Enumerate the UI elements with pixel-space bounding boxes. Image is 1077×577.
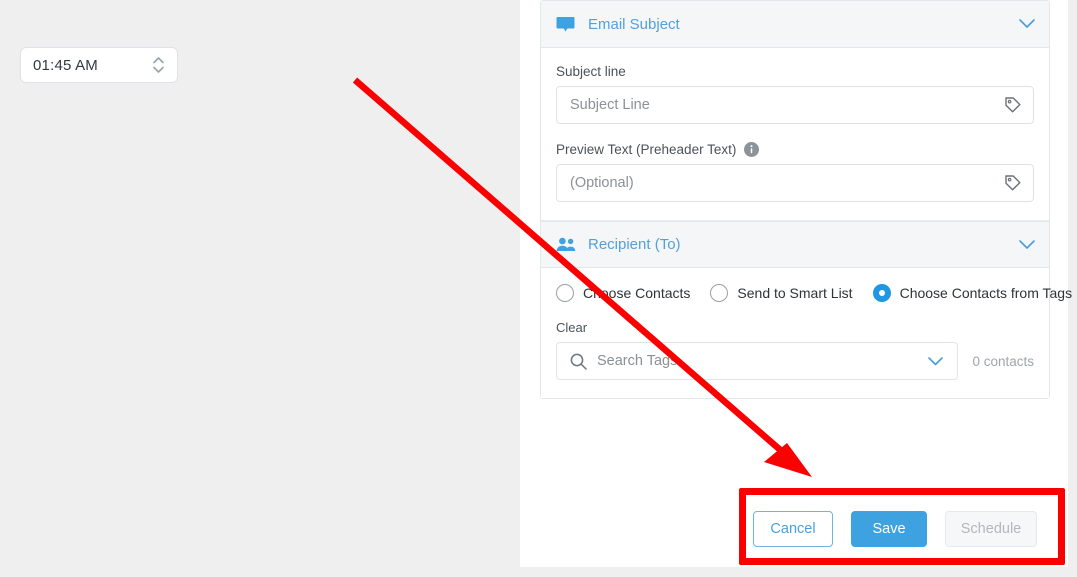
tag-icon[interactable] (1003, 173, 1023, 193)
cancel-button[interactable]: Cancel (753, 511, 833, 547)
preview-text-field[interactable] (556, 164, 1034, 202)
subject-line-field[interactable] (556, 86, 1034, 124)
radio-label: Send to Smart List (737, 285, 853, 301)
search-tags-input[interactable] (597, 343, 929, 379)
section-header-email-subject[interactable]: Email Subject (541, 1, 1049, 48)
email-settings-card: Email Subject Subject line Preview Text (540, 0, 1072, 399)
recipient-mode-radio-group: Choose Contacts Send to Smart List Choos… (556, 284, 1072, 302)
radio-send-to-smart-list[interactable]: Send to Smart List (710, 284, 853, 302)
email-subject-body: Subject line Preview Text (Preheader Tex… (541, 48, 1049, 221)
info-icon[interactable] (744, 142, 760, 157)
clear-tags-link[interactable]: Clear (556, 320, 1034, 335)
radio-label: Choose Contacts (583, 285, 691, 301)
time-picker[interactable]: 01:45 AM (20, 47, 178, 83)
radio-choose-contacts-from-tags[interactable]: Choose Contacts from Tags (872, 284, 1073, 302)
contacts-count: 0 contacts (972, 353, 1034, 369)
subject-line-input[interactable] (557, 87, 1033, 123)
save-button[interactable]: Save (851, 511, 927, 547)
section-title-recipient: Recipient (To) (588, 236, 681, 253)
editor-panel: Email Subject Subject line Preview Text (520, 0, 1072, 567)
search-icon (570, 353, 587, 370)
preview-text-label-text: Preview Text (Preheader Text) (556, 142, 737, 157)
up-down-chevron-icon[interactable] (151, 54, 165, 76)
chevron-down-icon[interactable] (1019, 239, 1035, 250)
preview-text-input[interactable] (557, 165, 1033, 201)
subject-line-label-text: Subject line (556, 64, 626, 79)
schedule-button: Schedule (945, 511, 1037, 547)
time-picker-value: 01:45 AM (33, 56, 98, 74)
radio-choose-contacts[interactable]: Choose Contacts (556, 284, 690, 302)
preview-text-label: Preview Text (Preheader Text) (556, 142, 1034, 157)
subject-line-label: Subject line (556, 64, 1034, 79)
users-icon (556, 237, 578, 252)
chevron-down-icon[interactable] (928, 356, 944, 366)
tags-selector-row: 0 contacts (556, 342, 1034, 380)
chevron-down-icon[interactable] (1019, 19, 1035, 29)
comment-icon (556, 16, 578, 33)
action-buttons: Cancel Save Schedule (753, 511, 1037, 547)
radio-indicator (872, 284, 891, 302)
tag-icon[interactable] (1003, 95, 1023, 115)
radio-indicator (556, 284, 574, 302)
search-tags-field[interactable] (556, 342, 959, 380)
radio-label: Choose Contacts from Tags (899, 285, 1073, 301)
radio-indicator (710, 284, 729, 302)
section-header-recipient[interactable]: Recipient (To) (541, 221, 1049, 268)
recipient-body: Choose Contacts Send to Smart List Choos… (541, 268, 1072, 398)
section-title-email-subject: Email Subject (588, 15, 680, 33)
